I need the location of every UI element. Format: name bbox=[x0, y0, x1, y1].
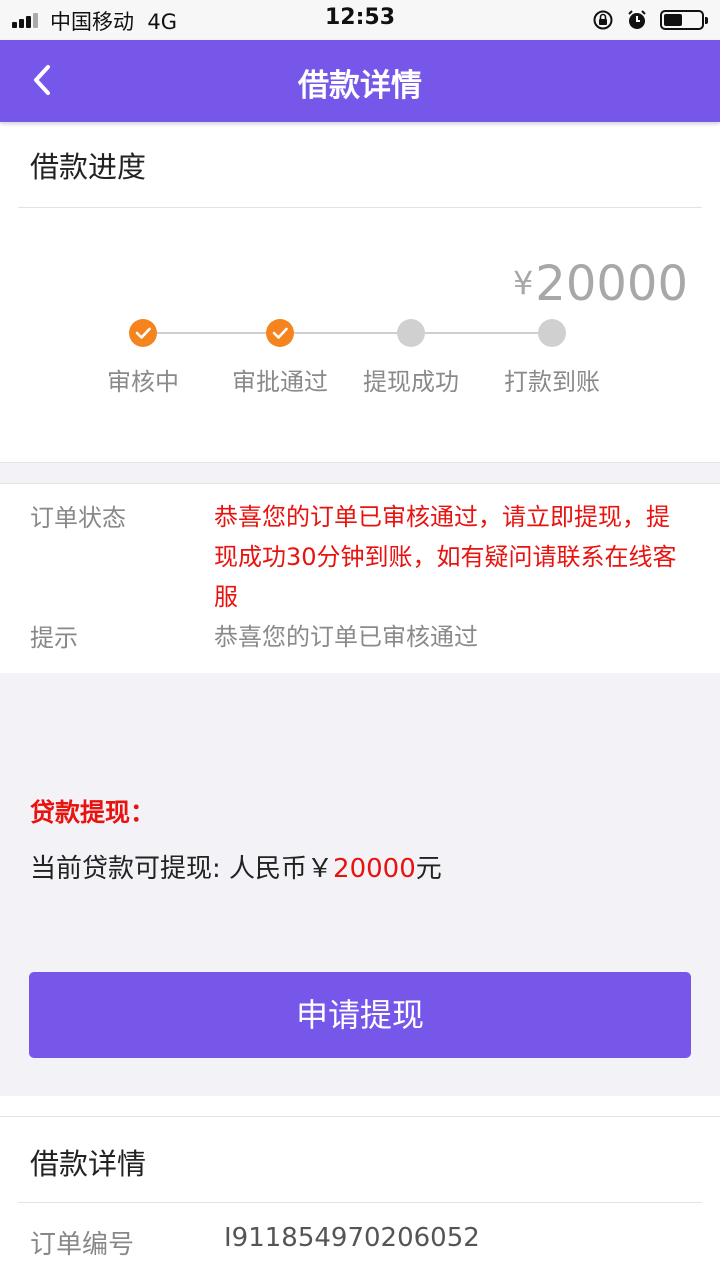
page-title: 借款详情 bbox=[298, 68, 422, 104]
order-status-text: 恭喜您的订单已审核通过，请立即提现，提现成功30分钟到账，如有疑问请联系在线客服 bbox=[214, 503, 677, 611]
loan-amount: ¥20000 bbox=[513, 256, 688, 312]
step-pending-dot bbox=[397, 319, 425, 347]
loan-amount-value: 20000 bbox=[535, 256, 688, 312]
alarm-icon bbox=[628, 10, 646, 29]
order-status-label: 订单状态 bbox=[30, 504, 126, 532]
step-pending-dot bbox=[538, 319, 566, 347]
status-bar: 中国移动 4G 12:53 bbox=[0, 0, 720, 40]
details-section-title: 借款详情 bbox=[30, 1147, 147, 1181]
step-label-reviewing: 审核中 bbox=[107, 368, 179, 396]
currency-symbol: ¥ bbox=[512, 264, 534, 302]
step-label-approved: 审批通过 bbox=[232, 368, 328, 396]
withdraw-amount: 20000 bbox=[333, 854, 416, 884]
divider bbox=[0, 1116, 720, 1117]
step-check-icon bbox=[129, 319, 157, 347]
withdraw-suffix: 元 bbox=[415, 854, 442, 884]
divider bbox=[18, 1202, 702, 1203]
order-number-label: 订单编号 bbox=[30, 1230, 135, 1260]
progress-section-title: 借款进度 bbox=[30, 150, 147, 184]
progress-line bbox=[143, 332, 552, 334]
withdraw-available: 当前贷款可提现: 人民币￥20000元 bbox=[30, 848, 442, 885]
nav-bar: 借款详情 bbox=[0, 40, 720, 122]
battery-icon bbox=[660, 10, 708, 30]
status-icons bbox=[592, 9, 708, 31]
rotation-lock-icon bbox=[593, 10, 613, 30]
step-label-paid: 打款到账 bbox=[504, 368, 600, 396]
step-check-icon bbox=[266, 319, 294, 347]
withdraw-title: 贷款提现： bbox=[30, 798, 156, 827]
tip-text: 恭喜您的订单已审核通过 bbox=[214, 623, 478, 651]
withdraw-prefix: 当前贷款可提现: 人民币￥ bbox=[30, 854, 334, 884]
divider bbox=[18, 207, 702, 208]
step-label-withdrawn: 提现成功 bbox=[363, 368, 459, 396]
section-separator bbox=[0, 462, 720, 484]
tip-label: 提示 bbox=[30, 624, 78, 652]
apply-withdraw-button[interactable]: 申请提现 bbox=[29, 972, 691, 1058]
order-number-value: I911854970206052 bbox=[224, 1223, 480, 1253]
